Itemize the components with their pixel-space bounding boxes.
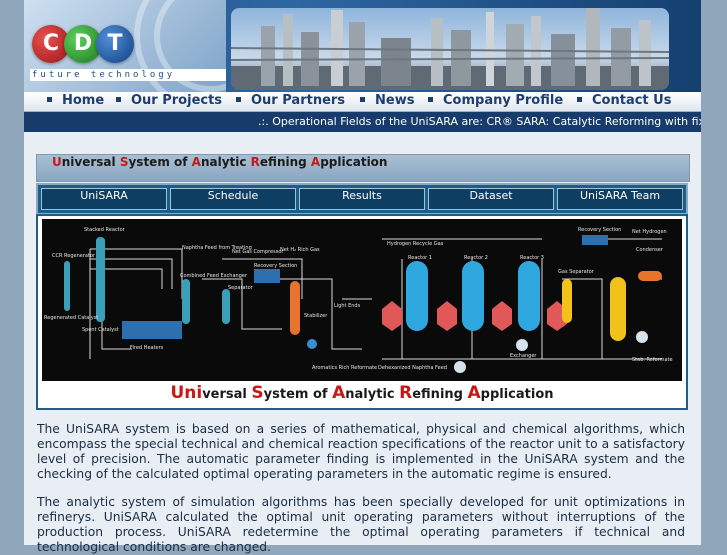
app-title-initial: A <box>191 155 201 169</box>
label-h2-recycle: Hydrogen Recycle Gas <box>387 241 444 247</box>
app-tab-bar: UniSARA Schedule Results Dataset UniSARA… <box>36 183 688 215</box>
tab-schedule[interactable]: Schedule <box>170 188 296 210</box>
logo-tagline: future technology <box>30 69 226 81</box>
process-diagram-graphic: Stacked Reactor CCR Regenerator Regenera… <box>42 219 682 381</box>
nav-our-projects[interactable]: Our Projects <box>116 93 222 110</box>
description-paragraph-1: The UniSARA system is based on a series … <box>37 422 685 481</box>
nav-company-profile[interactable]: Company Profile <box>428 93 563 110</box>
label-recovery-section: Recovery Section <box>578 227 621 233</box>
caption-word: ystem of <box>263 387 333 402</box>
nav-home[interactable]: Home <box>47 93 104 110</box>
tab-results[interactable]: Results <box>299 188 425 210</box>
page: C D T future technology Home Our Project… <box>24 0 701 554</box>
logo-letter-t: T <box>96 25 134 63</box>
nav-news-label: News <box>375 93 415 108</box>
caption-word: versal <box>202 387 252 402</box>
nav-bullet-icon <box>236 97 241 102</box>
label-separator: Separator <box>228 285 254 291</box>
nav-news[interactable]: News <box>360 93 414 110</box>
ticker-text: .:. Operational Fields of the UniSARA ar… <box>258 115 701 128</box>
nav-home-label: Home <box>62 93 105 108</box>
label-net-gas: Net Gas Compressor <box>232 249 284 255</box>
caption-initial: Uni <box>170 383 203 403</box>
label-net-h2: Net H₂ Rich Gas <box>280 247 320 253</box>
nav-our-partners-label: Our Partners <box>251 93 346 108</box>
nav-bullet-icon <box>47 97 52 102</box>
label-spent-catalyst: Spent Catalyst <box>82 327 119 333</box>
label-fired-heaters: Fired Heaters <box>130 345 164 351</box>
label-desulf: Dehexanized Naphtha Feed <box>378 365 447 371</box>
label-combined-feed: Combined Feed Exchanger <box>180 273 248 279</box>
label-exchanger: Exchanger <box>510 353 537 359</box>
caption-word: pplication <box>480 387 554 402</box>
process-flow-diagram: Stacked Reactor CCR Regenerator Regenera… <box>36 214 688 410</box>
nav-bullet-icon <box>428 97 433 102</box>
caption-initial: S <box>251 383 264 403</box>
app-title-word: nalytic <box>200 155 251 169</box>
tab-unisara-team[interactable]: UniSARA Team <box>557 188 683 210</box>
nav-our-projects-label: Our Projects <box>131 93 223 108</box>
label-regen-catalyst: Regenerated Catalyst <box>44 315 98 321</box>
label-gas-separator: Gas Separator <box>558 269 595 275</box>
label-reactor-3: Reactor 3 <box>520 255 544 261</box>
app-title-initial: R <box>250 155 260 169</box>
app-title-word: pplication <box>320 155 388 169</box>
diagram-caption: Universal System of Analytic Refining Ap… <box>38 383 686 403</box>
app-title-initial: A <box>310 155 321 169</box>
nav-bullet-icon <box>577 97 582 102</box>
app-title-initial: U <box>52 155 62 169</box>
label-aromatics: Aromatics Rich Reformate <box>312 365 377 371</box>
app-title: Universal System of Analytic Refining Ap… <box>52 155 387 181</box>
label-reactor-2: Reactor 2 <box>464 255 488 261</box>
caption-word: efining <box>412 387 468 402</box>
app-title-word: ystem of <box>128 155 192 169</box>
app-title-word: efining <box>259 155 311 169</box>
tab-dataset[interactable]: Dataset <box>428 188 554 210</box>
nav-bullet-icon <box>116 97 121 102</box>
label-condenser: Condenser <box>636 247 664 253</box>
nav-contact-us[interactable]: Contact Us <box>577 93 671 110</box>
description-paragraph-2: The analytic system of simulation algori… <box>37 495 685 554</box>
nav-contact-us-label: Contact Us <box>592 93 672 108</box>
label-stabilizer: Stabilizer <box>304 313 328 319</box>
tab-unisara[interactable]: UniSARA <box>41 188 167 210</box>
label-stacked-reactor: Stacked Reactor <box>84 227 126 233</box>
caption-initial: R <box>399 383 413 403</box>
main-nav: Home Our Projects Our Partners News Comp… <box>24 92 701 112</box>
refinery-photo <box>231 8 669 90</box>
label-recovery: Recovery Section <box>254 263 297 269</box>
label-light-ends: Light Ends <box>334 303 361 309</box>
app-title-bar: Universal System of Analytic Refining Ap… <box>36 154 690 182</box>
caption-word: nalytic <box>345 387 400 402</box>
label-ccr: CCR Regenerator <box>52 253 96 259</box>
app-title-word: niversal <box>61 155 120 169</box>
label-net-hydrogen: Net Hydrogen <box>632 229 667 235</box>
caption-initial: A <box>467 383 481 403</box>
label-stab-reformate: Stab. Reformate <box>632 357 673 363</box>
caption-initial: A <box>332 383 346 403</box>
nav-company-profile-label: Company Profile <box>443 93 564 108</box>
label-reactor-1: Reactor 1 <box>408 255 432 261</box>
news-ticker[interactable]: .:. Operational Fields of the UniSARA ar… <box>24 112 701 132</box>
nav-our-partners[interactable]: Our Partners <box>236 93 345 110</box>
header: C D T future technology <box>24 0 701 92</box>
company-logo[interactable]: C D T future technology <box>24 0 226 92</box>
nav-bullet-icon <box>360 97 365 102</box>
